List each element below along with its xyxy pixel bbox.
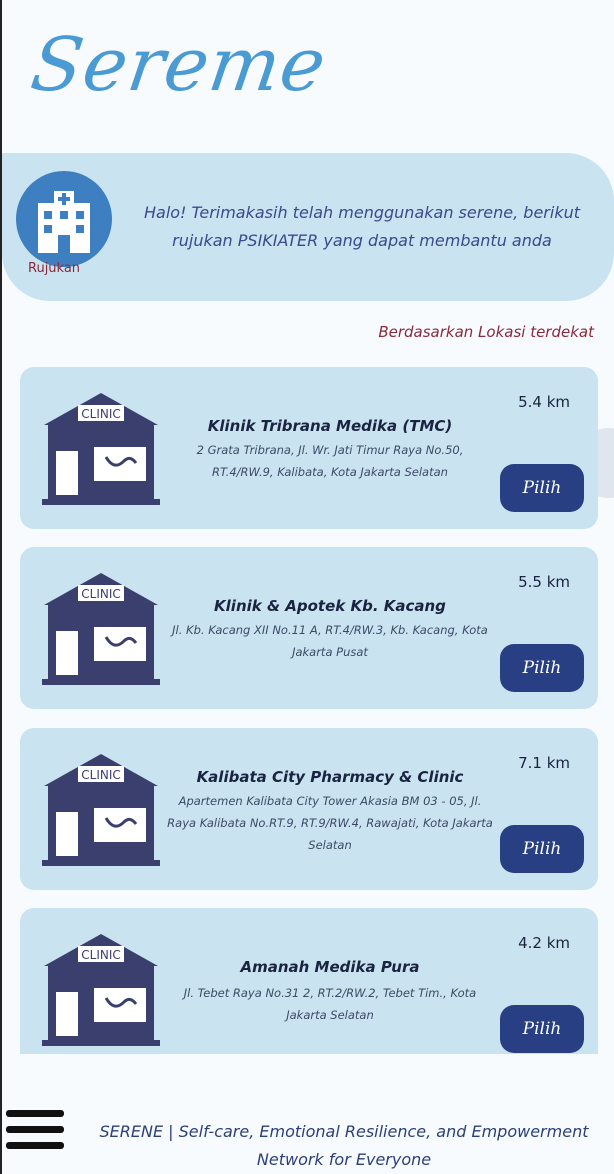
referral-banner: Rujukan Halo! Terimakasih telah mengguna… bbox=[2, 153, 614, 301]
pick-button[interactable]: Pilih bbox=[500, 1005, 584, 1053]
clinic-distance: 5.4 km bbox=[518, 393, 570, 411]
pick-button[interactable]: Pilih bbox=[500, 644, 584, 692]
bottom-bar: SERENE | Self-care, Emotional Resilience… bbox=[2, 1090, 614, 1174]
clinic-distance: 5.5 km bbox=[518, 573, 570, 591]
pick-button[interactable]: Pilih bbox=[500, 464, 584, 512]
clinic-icon: CLINIC bbox=[42, 754, 160, 866]
pick-button[interactable]: Pilih bbox=[500, 825, 584, 873]
clinic-address: Apartemen Kalibata City Tower Akasia BM … bbox=[167, 794, 493, 852]
hamburger-menu-icon[interactable] bbox=[6, 1110, 64, 1158]
clinic-card: CLINIC Amanah Medika Pura Jl. Tebet Raya… bbox=[20, 908, 598, 1054]
clinic-name: Klinik Tribrana Medika (TMC) bbox=[207, 417, 453, 435]
clinic-icon: CLINIC bbox=[42, 573, 160, 685]
clinic-distance: 4.2 km bbox=[518, 934, 570, 952]
footer-tagline: SERENE | Self-care, Emotional Resilience… bbox=[99, 1122, 589, 1169]
clinic-distance: 7.1 km bbox=[518, 754, 570, 772]
clinic-address: Jl. Kb. Kacang XII No.11 A, RT.4/RW.3, K… bbox=[172, 623, 488, 659]
clinic-card: CLINIC Klinik Tribrana Medika (TMC) 2 Gr… bbox=[20, 367, 598, 529]
app-logo: Sereme bbox=[25, 22, 332, 108]
clinic-address: 2 Grata Tribrana, Jl. Wr. Jati Timur Ray… bbox=[196, 443, 464, 479]
svg-text:CLINIC: CLINIC bbox=[81, 587, 121, 601]
clinic-icon: CLINIC bbox=[42, 934, 160, 1046]
referral-message: Halo! Terimakasih telah menggunakan sere… bbox=[143, 203, 581, 250]
clinic-card: CLINIC Kalibata City Pharmacy & Clinic A… bbox=[20, 728, 598, 890]
clinic-name: Amanah Medika Pura bbox=[240, 958, 420, 976]
referral-badge-label: Rujukan bbox=[28, 261, 81, 276]
clinic-card: CLINIC Klinik & Apotek Kb. Kacang Jl. Kb… bbox=[20, 547, 598, 709]
location-note: Berdasarkan Lokasi terdekat bbox=[378, 323, 594, 341]
svg-text:CLINIC: CLINIC bbox=[81, 948, 121, 962]
svg-text:CLINIC: CLINIC bbox=[81, 768, 121, 782]
clinic-icon: CLINIC bbox=[42, 393, 160, 505]
clinic-address: Jl. Tebet Raya No.31 2, RT.2/RW.2, Tebet… bbox=[183, 986, 477, 1022]
clinic-name: Kalibata City Pharmacy & Clinic bbox=[196, 768, 464, 786]
clinic-name: Klinik & Apotek Kb. Kacang bbox=[214, 597, 446, 615]
hospital-icon bbox=[16, 171, 112, 267]
svg-text:CLINIC: CLINIC bbox=[81, 407, 121, 421]
